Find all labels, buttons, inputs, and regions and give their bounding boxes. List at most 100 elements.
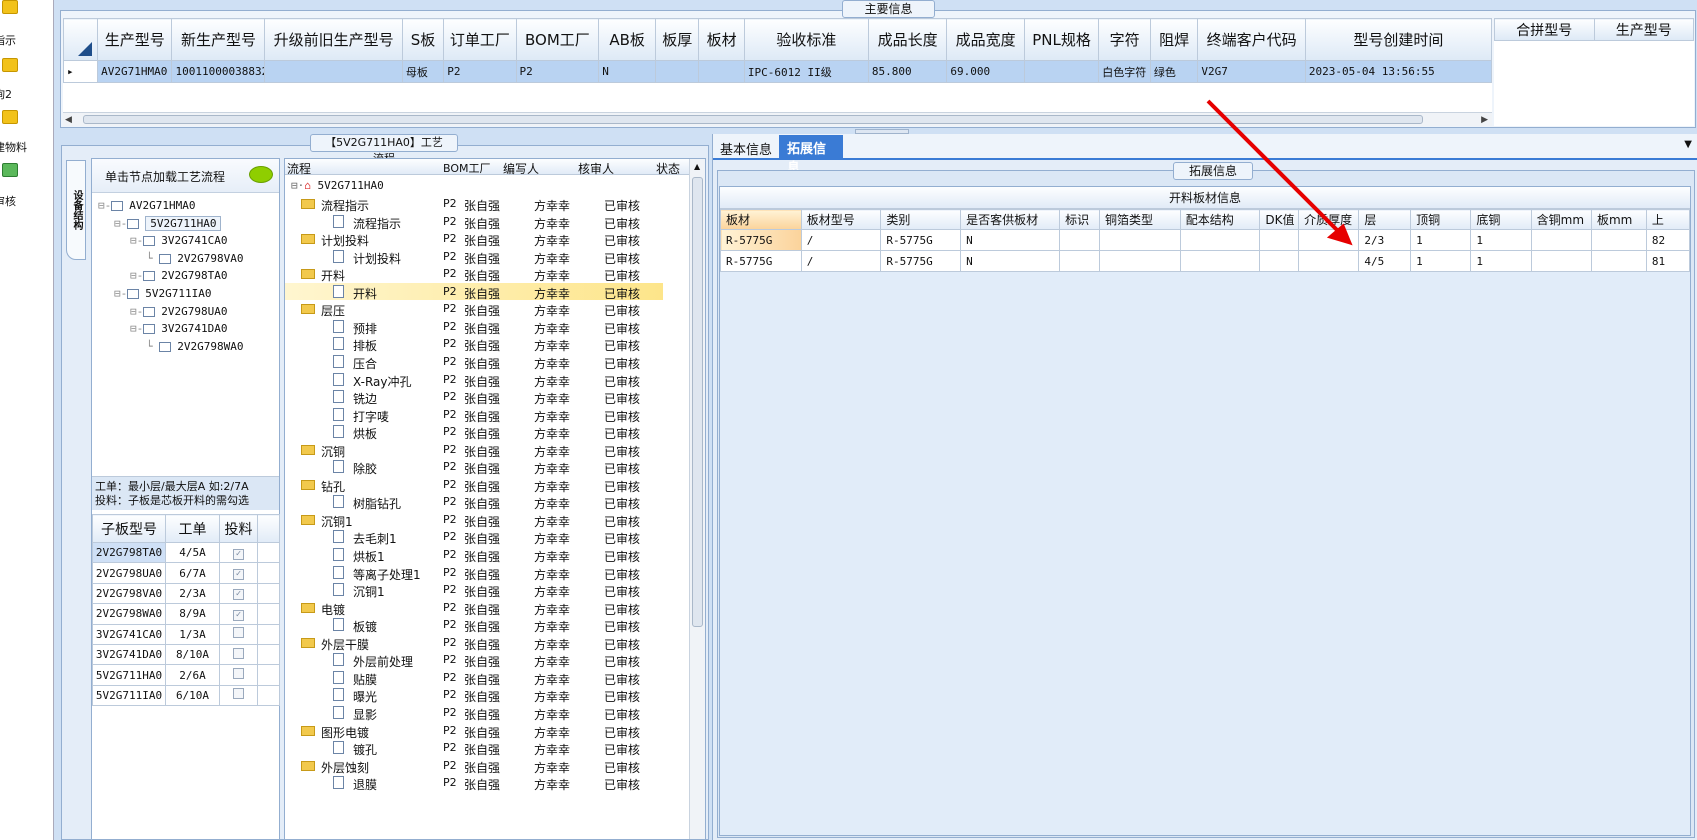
col-main-14[interactable]: 阻焊 <box>1149 18 1199 61</box>
flow-row[interactable]: 沉铜 P2 张自强 方幸幸 已审核 <box>285 441 663 459</box>
cell-main-7[interactable] <box>655 60 700 83</box>
col-status[interactable]: 状态 <box>656 160 680 177</box>
material-cell[interactable] <box>1530 229 1592 251</box>
scroll-right-icon[interactable]: ▶ <box>1481 115 1488 125</box>
tab-basic-info[interactable]: 基本信息 <box>716 137 786 159</box>
sub-feed-cell[interactable]: ✓ <box>219 541 258 564</box>
sub-feed-cell[interactable] <box>219 664 258 686</box>
flow-row[interactable]: 镀孔 P2 张自强 方幸幸 已审核 <box>285 739 663 757</box>
flow-row[interactable]: 流程指示 P2 张自强 方幸幸 已审核 <box>285 195 663 213</box>
flow-row[interactable]: 烘板 P2 张自强 方幸幸 已审核 <box>285 423 663 441</box>
col-material-3[interactable]: 是否客供板材 <box>960 209 1061 230</box>
col-reviewer[interactable]: 核审人 <box>578 160 614 177</box>
feed-checkbox[interactable]: ✓ <box>233 589 244 601</box>
material-cell[interactable] <box>1590 250 1647 272</box>
cell-main-8[interactable] <box>698 60 745 83</box>
bom-tree-node[interactable]: ⊟- AV2G71HMA0 <box>98 199 195 216</box>
col-main-0[interactable]: 生产型号 <box>97 18 173 61</box>
sub-feed-cell[interactable]: ✓ <box>219 562 258 584</box>
flow-row[interactable]: 计划投料 P2 张自强 方幸幸 已审核 <box>285 248 663 266</box>
bom-tree-node[interactable]: └ 2V2G798WA0 <box>146 340 243 357</box>
nav-item-query[interactable]: 询2 <box>0 86 12 102</box>
cell-main-4[interactable]: P2 <box>443 60 517 83</box>
material-cell[interactable]: 4/5 <box>1358 250 1412 272</box>
sub-model-cell[interactable]: 5V2G711IA0 <box>92 684 166 707</box>
material-cell[interactable] <box>1059 229 1100 251</box>
col-material-2[interactable]: 类别 <box>880 209 962 230</box>
material-cell[interactable] <box>1059 250 1100 272</box>
nav-item-review[interactable]: 审核 <box>0 193 16 209</box>
flow-row[interactable]: 外层前处理 P2 张自强 方幸幸 已审核 <box>285 651 663 669</box>
nav-item-guide[interactable]: 指示 <box>0 32 16 48</box>
flow-row[interactable]: 计划投料 P2 张自强 方幸幸 已审核 <box>285 230 663 248</box>
flow-row[interactable]: 打字唛 P2 张自强 方幸幸 已审核 <box>285 406 663 424</box>
material-cell[interactable]: R-5775G <box>720 229 802 251</box>
bom-tree-node[interactable]: ⊟- 3V2G741DA0 <box>130 322 227 339</box>
flow-row[interactable]: 沉铜1 P2 张自强 方幸幸 已审核 <box>285 511 663 529</box>
cell-main-12[interactable] <box>1023 60 1100 83</box>
material-cell[interactable]: R-5775G <box>880 250 962 272</box>
sub-feed-cell[interactable]: ✓ <box>219 582 258 605</box>
sub-model-cell[interactable]: 2V2G798TA0 <box>92 541 166 564</box>
col-main-1[interactable]: 新生产型号 <box>171 18 266 61</box>
col-sub-model[interactable]: 子板型号 <box>92 514 166 543</box>
bom-tree-node[interactable]: ⊟- 2V2G798TA0 <box>130 269 227 286</box>
col-order[interactable]: 工单 <box>165 514 220 543</box>
col-bom-factory[interactable]: BOM工厂 <box>443 160 491 176</box>
node-checkbox-icon[interactable] <box>143 236 156 247</box>
col-material-12[interactable]: 含铜mm <box>1530 209 1592 230</box>
table-row[interactable]: 5V2G711HA0 2/6A <box>92 664 280 686</box>
bom-tree-node[interactable]: ⊟- 3V2G741CA0 <box>130 234 227 251</box>
cell-main-10[interactable]: 85.800 <box>867 60 948 83</box>
bom-tree-node[interactable]: ⊟- 2V2G798UA0 <box>130 305 227 322</box>
sub-order-cell[interactable]: 6/7A <box>165 562 220 584</box>
material-cell[interactable]: R-5775G <box>880 229 962 251</box>
material-cell[interactable]: N <box>960 229 1061 251</box>
material-cell[interactable]: 1 <box>1410 229 1472 251</box>
col-material-13[interactable]: 板mm <box>1590 209 1647 230</box>
sub-model-cell[interactable]: 3V2G741DA0 <box>92 643 166 666</box>
sub-order-cell[interactable]: 8/9A <box>165 603 220 625</box>
col-material-11[interactable]: 底铜 <box>1470 209 1532 230</box>
flow-row[interactable]: 退膜 P2 张自强 方幸幸 已审核 <box>285 774 663 792</box>
col-main-16[interactable]: 型号创建时间 <box>1304 18 1492 61</box>
col-writer[interactable]: 编写人 <box>503 160 539 177</box>
scroll-left-icon[interactable]: ◀ <box>65 115 72 125</box>
col-merge-model[interactable]: 合拼型号 <box>1494 18 1595 41</box>
col-feed[interactable]: 投料 <box>219 514 258 543</box>
sub-order-cell[interactable]: 2/3A <box>165 582 220 605</box>
sub-feed-cell[interactable] <box>219 623 258 645</box>
sub-order-cell[interactable]: 6/10A <box>165 684 220 707</box>
flow-row[interactable]: 等离子处理1 P2 张自强 方幸幸 已审核 <box>285 564 663 582</box>
material-cell[interactable]: R-5775G <box>720 250 802 272</box>
flow-row[interactable]: 去毛刺1 P2 张自强 方幸幸 已审核 <box>285 528 663 546</box>
side-tab-structure[interactable]: 设备结构 <box>66 160 86 260</box>
col-main-2[interactable]: 升级前旧生产型号 <box>264 18 403 61</box>
flow-row[interactable]: 开料 P2 张自强 方幸幸 已审核 <box>285 265 663 283</box>
vertical-splitter[interactable] <box>705 480 711 560</box>
col-material-5[interactable]: 铜箔类型 <box>1098 209 1181 230</box>
node-checkbox-icon[interactable] <box>143 324 156 335</box>
col-main-5[interactable]: BOM工厂 <box>515 18 600 61</box>
sub-model-cell[interactable]: 2V2G798VA0 <box>92 582 166 605</box>
feed-checkbox[interactable] <box>233 627 244 639</box>
flow-row[interactable]: 电镀 P2 张自强 方幸幸 已审核 <box>285 599 663 617</box>
material-cell[interactable] <box>1098 250 1181 272</box>
scroll-up-icon[interactable]: ▲ <box>694 162 700 171</box>
material-cell[interactable]: 2/3 <box>1358 229 1412 251</box>
flow-row[interactable]: 贴膜 P2 张自强 方幸幸 已审核 <box>285 669 663 687</box>
col-main-13[interactable]: 字符 <box>1098 18 1151 61</box>
table-row[interactable]: 3V2G741DA0 8/10A <box>92 643 280 666</box>
bom-tree-node[interactable]: └ 2V2G798VA0 <box>146 252 243 269</box>
node-checkbox-icon[interactable] <box>143 306 156 317</box>
sub-order-cell[interactable]: 2/6A <box>165 664 220 686</box>
feed-checkbox[interactable] <box>233 647 244 659</box>
cell-main-14[interactable]: 绿色 <box>1149 60 1199 83</box>
bom-tree-node[interactable]: ⊟- 5V2G711HA0 <box>114 215 222 234</box>
col-main-8[interactable]: 板材 <box>698 18 745 61</box>
feed-checkbox[interactable]: ✓ <box>233 548 244 560</box>
flow-row[interactable]: 外层蚀刻 P2 张自强 方幸幸 已审核 <box>285 757 663 775</box>
sub-order-cell[interactable]: 1/3A <box>165 623 220 645</box>
cell-main-11[interactable]: 69.000 <box>946 60 1025 83</box>
flow-row[interactable]: 板镀 P2 张自强 方幸幸 已审核 <box>285 616 663 634</box>
